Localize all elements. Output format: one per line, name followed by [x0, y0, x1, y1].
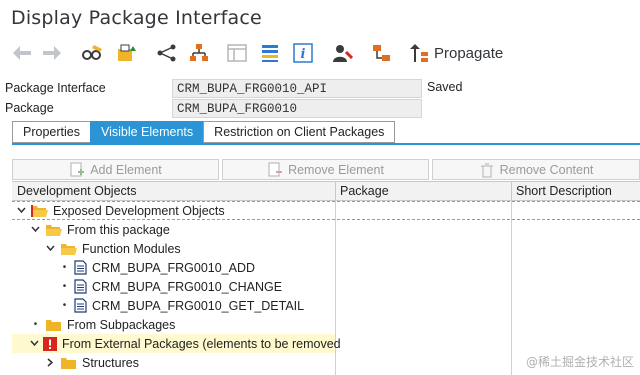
transport-icon	[118, 44, 136, 61]
remove-content-label: Remove Content	[499, 162, 594, 177]
tree-node-from-this-package[interactable]: From this package	[12, 220, 335, 239]
tree-node-label: CRM_BUPA_FRG0010_GET_DETAIL	[92, 298, 305, 313]
propagate-button[interactable]: Propagate	[408, 40, 503, 66]
tree-node-label: Function Modules	[82, 241, 181, 256]
info-icon: i	[293, 43, 313, 63]
tree-node-structures[interactable]: Structures	[12, 353, 335, 372]
add-element-button[interactable]: Add Element	[12, 159, 219, 180]
hierarchy-icon	[157, 44, 176, 62]
folder-open-icon	[45, 223, 62, 237]
propagate-icon	[410, 44, 428, 62]
tree-node-function-module[interactable]: • CRM_BUPA_FRG0010_GET_DETAIL	[12, 296, 335, 315]
add-element-label: Add Element	[90, 162, 162, 177]
action-bar: Add Element Remove Element Remove Conten…	[12, 159, 640, 180]
tree-node-function-module[interactable]: • CRM_BUPA_FRG0010_CHANGE	[12, 277, 335, 296]
page-title: Display Package Interface	[11, 7, 262, 29]
back-button[interactable]	[10, 40, 34, 66]
window-icon	[227, 44, 247, 62]
folder-icon	[45, 318, 62, 332]
tab-underline	[12, 143, 640, 145]
object-tree: Exposed Development Objects From this pa…	[12, 201, 640, 375]
remove-element-label: Remove Element	[288, 162, 384, 177]
grid-header: Development Objects Package Short Descri…	[12, 181, 640, 201]
chevron-down-icon[interactable]	[30, 224, 41, 235]
tree-node-label: From External Packages (elements to be r…	[62, 336, 341, 351]
tree-node-from-subpackages[interactable]: • From Subpackages	[12, 315, 335, 334]
package-label: Package	[5, 101, 54, 115]
folder-open-icon	[60, 242, 77, 256]
tab-restriction-client-packages[interactable]: Restriction on Client Packages	[203, 121, 396, 143]
org-chart-icon	[190, 44, 208, 61]
where-used-button[interactable]	[154, 40, 180, 66]
document-icon	[74, 279, 87, 294]
chevron-down-icon[interactable]	[16, 205, 27, 216]
user-wrench-icon	[333, 45, 354, 62]
tree-node-function-modules[interactable]: Function Modules	[12, 239, 335, 258]
bullet-icon: •	[33, 319, 38, 330]
package-field[interactable]: CRM_BUPA_FRG0010	[172, 99, 422, 118]
chevron-down-icon[interactable]	[45, 243, 56, 254]
tree-node-label: From Subpackages	[67, 317, 176, 332]
chevron-down-icon[interactable]	[30, 338, 39, 349]
tab-strip: Properties Visible Elements Restriction …	[12, 121, 396, 143]
user-tools-button[interactable]	[330, 40, 356, 66]
warning-icon	[43, 336, 57, 351]
tree-node-label: From this package	[67, 222, 170, 237]
folder-open-icon	[31, 204, 48, 218]
propagate-label: Propagate	[434, 44, 504, 62]
chevron-right-icon[interactable]	[45, 357, 56, 368]
stack-button[interactable]	[257, 40, 283, 66]
other-object-button[interactable]	[114, 40, 140, 66]
document-icon	[74, 298, 87, 313]
trash-icon	[480, 163, 493, 177]
display-change-button[interactable]	[80, 40, 106, 66]
tree-node-label: CRM_BUPA_FRG0010_CHANGE	[92, 279, 283, 294]
add-document-icon	[70, 162, 85, 176]
tab-visible-elements[interactable]: Visible Elements	[89, 121, 204, 143]
column-header-short-description[interactable]: Short Description	[511, 182, 612, 201]
bullet-icon: •	[62, 262, 67, 273]
tree-node-function-module[interactable]: • CRM_BUPA_FRG0010_ADD	[12, 258, 335, 277]
column-header-development-objects[interactable]: Development Objects	[12, 182, 137, 201]
package-tree-icon	[373, 45, 390, 61]
arrow-right-icon	[43, 46, 61, 60]
column-divider	[511, 201, 512, 375]
remove-content-button[interactable]: Remove Content	[432, 159, 640, 180]
watermark: @稀土掘金技术社区	[525, 355, 634, 369]
arrow-left-icon	[13, 46, 31, 60]
object-list-button[interactable]	[186, 40, 212, 66]
toolbar: i Propagate	[0, 36, 640, 70]
forward-button[interactable]	[40, 40, 64, 66]
info-button[interactable]: i	[291, 40, 315, 66]
package-interface-label: Package Interface	[5, 81, 106, 95]
tab-properties[interactable]: Properties	[12, 121, 90, 143]
tree-node-label: Exposed Development Objects	[53, 203, 225, 218]
document-icon	[74, 260, 87, 275]
folder-icon	[60, 356, 77, 370]
layout-button[interactable]	[224, 40, 250, 66]
tree-node-label: Structures	[82, 355, 139, 370]
remove-document-icon	[268, 162, 283, 176]
bullet-icon: •	[62, 300, 67, 311]
column-header-package[interactable]: Package	[335, 182, 389, 201]
remove-element-button[interactable]: Remove Element	[222, 159, 429, 180]
svg-text:i: i	[301, 47, 306, 62]
tree-node-from-external-packages[interactable]: From External Packages (elements to be r…	[12, 334, 341, 353]
status-text: Saved	[427, 80, 463, 94]
tree-node-exposed[interactable]: Exposed Development Objects	[12, 201, 335, 220]
package-hierarchy-button[interactable]	[369, 40, 395, 66]
tree-node-label: CRM_BUPA_FRG0010_ADD	[92, 260, 256, 275]
stack-icon	[262, 45, 278, 62]
package-interface-field[interactable]: CRM_BUPA_FRG0010_API	[172, 79, 422, 98]
bullet-icon: •	[62, 281, 67, 292]
glasses-pencil-icon	[82, 45, 102, 60]
